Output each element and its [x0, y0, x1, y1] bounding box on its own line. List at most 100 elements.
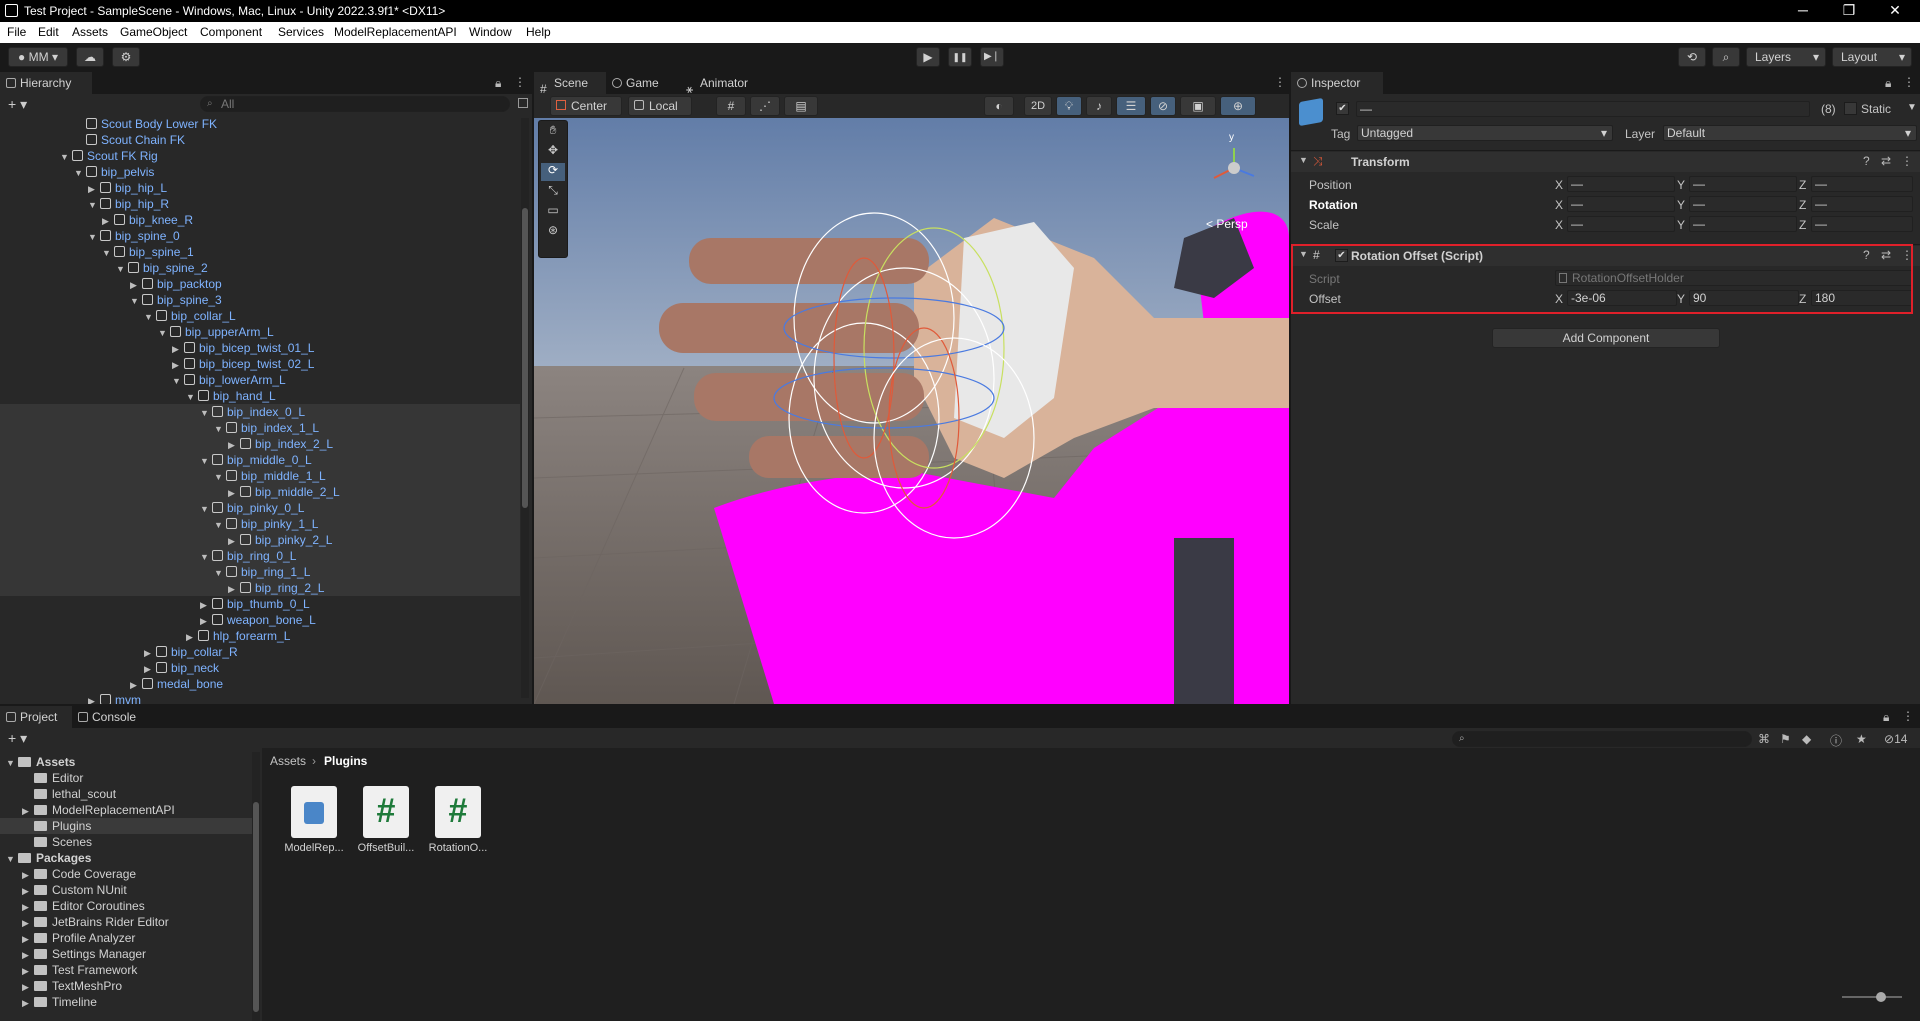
hidden-objects-toggle[interactable]: ⊘	[1150, 96, 1176, 116]
hierarchy-row[interactable]: ▶ medal_bone	[0, 676, 520, 692]
hierarchy-row[interactable]: ▶ bip_hip_L	[0, 180, 520, 196]
transform-header[interactable]: ▼ ⤨ Transform ? ⇄ ⋮	[1291, 152, 1920, 172]
star-icon[interactable]: ★	[1856, 732, 1867, 746]
scene-viewport[interactable]: y < Persp	[534, 118, 1289, 704]
hierarchy-row[interactable]: ▼ bip_pinky_1_L	[0, 516, 520, 532]
gizmos-button[interactable]: ⊕	[1220, 96, 1256, 116]
project-tree-scrollbar[interactable]	[252, 752, 260, 1021]
hierarchy-row[interactable]: ▼ bip_ring_1_L	[0, 564, 520, 580]
tab-scene[interactable]: # Scene	[534, 72, 606, 96]
hierarchy-row[interactable]: ▼ bip_middle_1_L	[0, 468, 520, 484]
chevron-right-icon[interactable]: ▶	[22, 979, 34, 995]
hierarchy-row[interactable]: ▼ bip_ring_0_L	[0, 548, 520, 564]
project-tree-item[interactable]: ▶ Settings Manager	[0, 946, 252, 962]
name-field[interactable]: —	[1356, 101, 1810, 117]
project-tree-item[interactable]: ▼ Packages	[0, 850, 252, 866]
chevron-right-icon[interactable]: ▶	[144, 645, 156, 661]
close-button[interactable]: ✕	[1872, 0, 1918, 22]
chevron-right-icon[interactable]: ▶	[22, 867, 34, 883]
chevron-right-icon[interactable]: ▶	[88, 693, 100, 704]
project-tree-item[interactable]: ▶ ModelReplacementAPI	[0, 802, 252, 818]
chevron-down-icon[interactable]: ▼	[214, 565, 226, 581]
lock-icon[interactable]: 🔒︎	[495, 76, 501, 91]
hierarchy-row[interactable]: Scout Body Lower FK	[0, 116, 520, 132]
chevron-right-icon[interactable]: ▶	[186, 629, 198, 645]
project-tree-item[interactable]: ▶ TextMeshPro	[0, 978, 252, 994]
project-tree-item[interactable]: ▶ Code Coverage	[0, 866, 252, 882]
tag-dropdown[interactable]: Untagged ▾	[1357, 125, 1613, 141]
hidden-packages-icon[interactable]: ⊘14	[1884, 732, 1907, 746]
cloud-button[interactable]: ☁	[76, 47, 104, 67]
chevron-right-icon[interactable]: ▶	[144, 661, 156, 677]
hierarchy-row[interactable]: ▼ bip_pinky_0_L	[0, 500, 520, 516]
move-tool-icon[interactable]: ✥	[541, 143, 565, 161]
hierarchy-row[interactable]: ▼ bip_hip_R	[0, 196, 520, 212]
hierarchy-row[interactable]: ▶ hlp_forearm_L	[0, 628, 520, 644]
transform-position-z-field[interactable]: —	[1811, 176, 1913, 192]
hierarchy-row[interactable]: ▼ bip_lowerArm_L	[0, 372, 520, 388]
project-tree-item[interactable]: ▶ Timeline	[0, 994, 252, 1010]
chevron-down-icon[interactable]: ▼	[130, 293, 142, 309]
chevron-down-icon[interactable]: ▼	[214, 517, 226, 533]
space-dropdown[interactable]: Local	[628, 96, 692, 116]
tab-animator[interactable]: ⚹ Animator	[680, 72, 770, 96]
project-tree-item[interactable]: ▶ Profile Analyzer	[0, 930, 252, 946]
hierarchy-row[interactable]: ▶ bip_bicep_twist_02_L	[0, 356, 520, 372]
project-tree-item[interactable]: ▶ Test Framework	[0, 962, 252, 978]
tab-hierarchy[interactable]: Hierarchy	[0, 72, 92, 94]
menu-window[interactable]: Window	[469, 25, 512, 39]
static-checkbox[interactable]	[1844, 102, 1857, 115]
chevron-down-icon[interactable]: ▼	[186, 389, 198, 405]
chevron-down-icon[interactable]: ▼	[214, 469, 226, 485]
chevron-right-icon[interactable]: ▶	[228, 485, 240, 501]
transform-scale-y-field[interactable]: —	[1689, 216, 1797, 232]
hierarchy-row[interactable]: ▼ bip_spine_1	[0, 244, 520, 260]
chevron-down-icon[interactable]: ▼	[1907, 102, 1917, 113]
project-tree-item[interactable]: Plugins	[0, 818, 252, 834]
chevron-down-icon[interactable]: ▼	[200, 453, 212, 469]
play-button[interactable]: ▶	[916, 47, 940, 67]
chevron-right-icon[interactable]: ▶	[200, 597, 212, 613]
asset-item[interactable]: # OffsetBuil...	[350, 786, 422, 854]
chevron-down-icon[interactable]: ▼	[60, 149, 72, 165]
asset-item[interactable]: # RotationO...	[422, 786, 494, 854]
chevron-right-icon[interactable]: ▶	[22, 931, 34, 947]
chevron-down-icon[interactable]: ▼	[6, 755, 18, 771]
hierarchy-row[interactable]: ▶ bip_bicep_twist_01_L	[0, 340, 520, 356]
preset-icon[interactable]: ⇄	[1881, 154, 1891, 168]
chevron-right-icon[interactable]: ▶	[200, 613, 212, 629]
hierarchy-row[interactable]: ▶ bip_thumb_0_L	[0, 596, 520, 612]
hierarchy-row[interactable]: ▶ bip_neck	[0, 660, 520, 676]
chevron-down-icon[interactable]: ▼	[102, 245, 114, 261]
project-tree-item[interactable]: ▼ Assets	[0, 754, 252, 770]
tab-inspector[interactable]: Inspector	[1291, 72, 1383, 94]
rect-tool-icon[interactable]: ▭	[541, 203, 565, 221]
account-button[interactable]: ● MM ▾	[8, 47, 68, 67]
breadcrumb-assets[interactable]: Assets	[270, 754, 306, 768]
hierarchy-row[interactable]: ▶ bip_middle_2_L	[0, 484, 520, 500]
create-button[interactable]: + ▾	[8, 96, 27, 113]
hierarchy-row[interactable]: Scout Chain FK	[0, 132, 520, 148]
kebab-menu-icon[interactable]: ⋮	[1274, 75, 1286, 89]
menu-assets[interactable]: Assets	[72, 25, 108, 39]
chevron-down-icon[interactable]: ▼	[214, 421, 226, 437]
toggle-2d-button[interactable]: 2D	[1024, 96, 1052, 116]
lock-icon[interactable]: 🔒︎	[1883, 710, 1889, 725]
tab-game[interactable]: Game	[606, 72, 680, 94]
chevron-right-icon[interactable]: ▶	[22, 995, 34, 1011]
kebab-menu-icon[interactable]: ⋮	[1901, 154, 1913, 168]
chevron-down-icon[interactable]: ▼	[200, 549, 212, 565]
menu-file[interactable]: File	[7, 25, 26, 39]
chevron-down-icon[interactable]: ▼	[116, 261, 128, 277]
search-by-label-icon[interactable]: ⚑	[1780, 732, 1791, 746]
hierarchy-scrollbar[interactable]	[521, 118, 529, 698]
tab-project[interactable]: Project	[0, 706, 72, 728]
hierarchy-row[interactable]: ▼ bip_pelvis	[0, 164, 520, 180]
project-tree-item[interactable]: ▶ Custom NUnit	[0, 882, 252, 898]
hierarchy-row[interactable]: ▶ bip_knee_R	[0, 212, 520, 228]
asset-item[interactable]: ModelRep...	[278, 786, 350, 854]
chevron-right-icon[interactable]: ▶	[130, 277, 142, 293]
chevron-down-icon[interactable]: ▼	[6, 851, 18, 867]
layer-dropdown[interactable]: Default ▾	[1663, 125, 1917, 141]
tag-icon[interactable]: ◆	[1802, 732, 1811, 746]
